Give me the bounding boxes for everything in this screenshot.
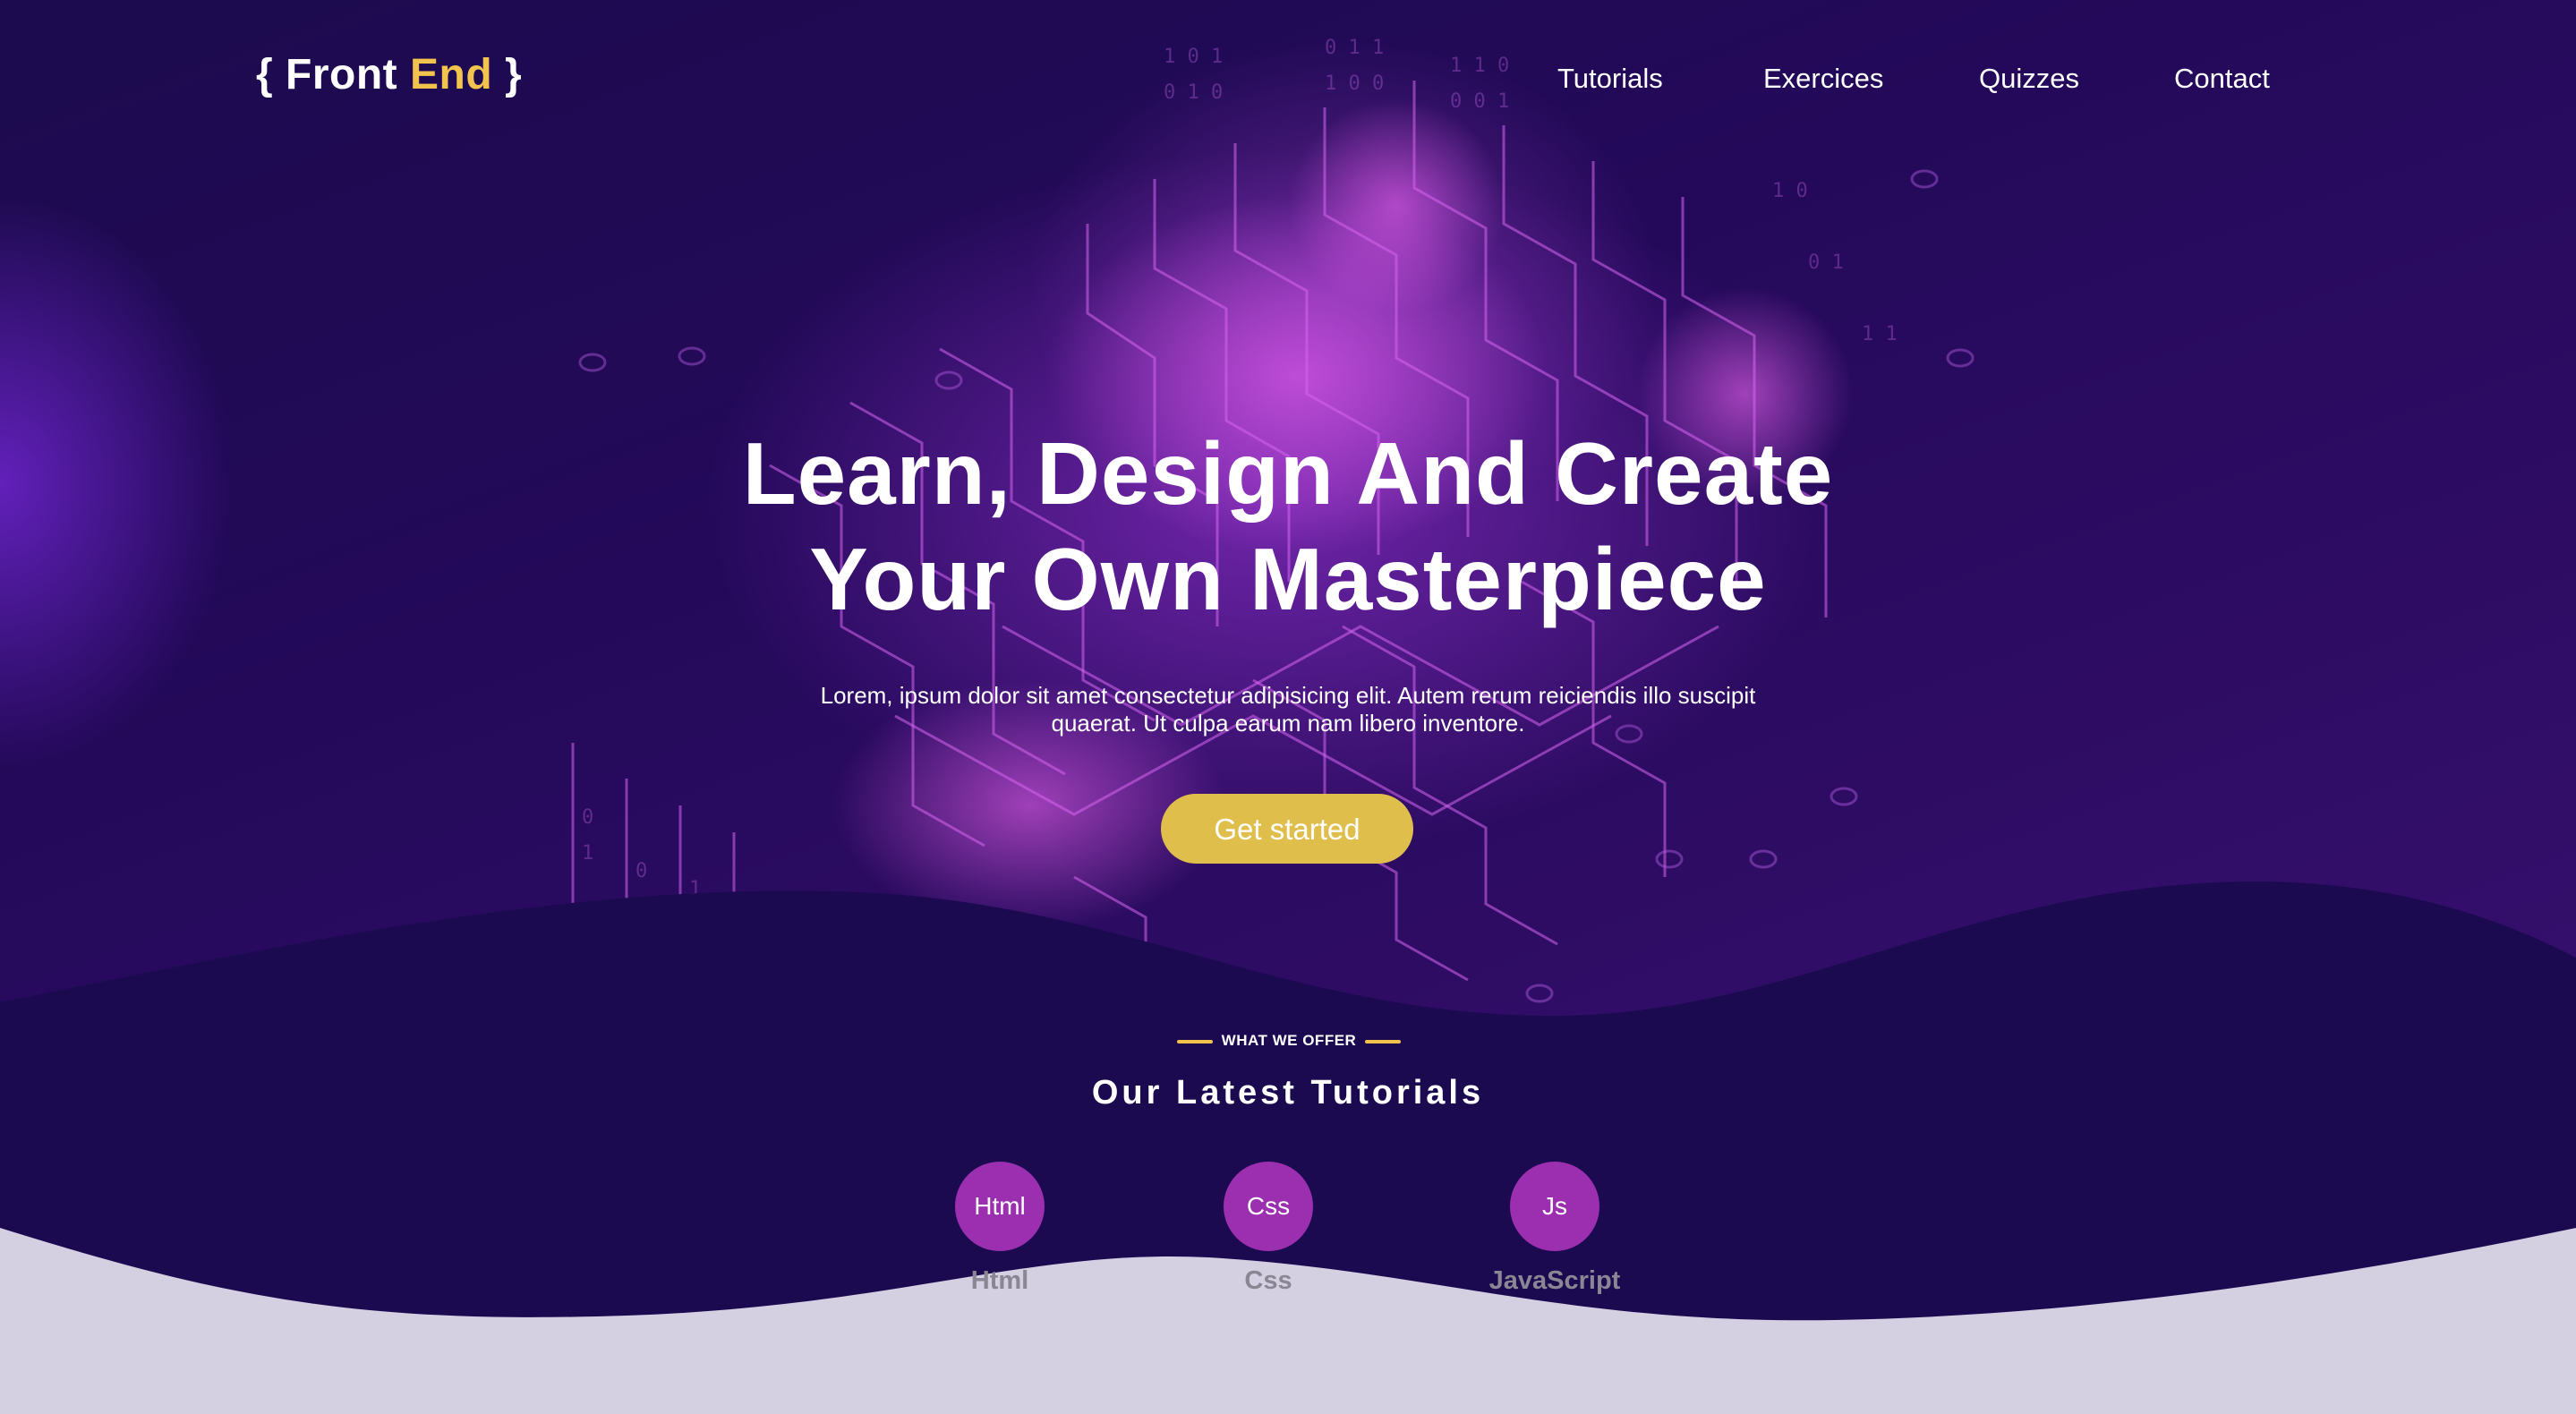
tutorial-badge-js[interactable]: Js bbox=[1510, 1162, 1599, 1251]
hero-description-line-1: Lorem, ipsum dolor sit amet consectetur … bbox=[820, 682, 1756, 709]
tutorial-badge-css[interactable]: Css bbox=[1224, 1162, 1313, 1251]
eyebrow-text: WHAT WE OFFER bbox=[1221, 1032, 1357, 1049]
get-started-button[interactable]: Get started bbox=[1161, 794, 1413, 864]
section-title: Our Latest Tutorials bbox=[1091, 1074, 1485, 1112]
nav-item-quizzes[interactable]: Quizzes bbox=[1979, 63, 2079, 95]
top-navbar: { Front End } Tutorials Exercices Quizze… bbox=[0, 0, 2576, 161]
eyebrow-line-right bbox=[1365, 1039, 1402, 1043]
eyebrow-line-left bbox=[1176, 1039, 1213, 1043]
tutorial-label-html[interactable]: Html bbox=[892, 1266, 1107, 1296]
hero-title: Learn, Design And Create Your Own Master… bbox=[0, 421, 2576, 632]
nav-item-contact[interactable]: Contact bbox=[2174, 63, 2270, 95]
logo-close-brace: } bbox=[505, 51, 523, 98]
hero-description: Lorem, ipsum dolor sit amet consectetur … bbox=[788, 682, 1788, 737]
logo-word-front: Front bbox=[286, 51, 398, 98]
logo-open-brace: { bbox=[256, 51, 274, 98]
section-eyebrow: WHAT WE OFFER bbox=[1164, 1029, 1414, 1052]
hero-title-line-2: Your Own Masterpiece bbox=[809, 530, 1767, 628]
nav-item-exercices[interactable]: Exercices bbox=[1763, 63, 1883, 95]
hero-description-line-2: quaerat. Ut culpa earum nam libero inven… bbox=[1051, 710, 1525, 737]
nav-item-tutorials[interactable]: Tutorials bbox=[1557, 63, 1663, 95]
tutorial-label-css[interactable]: Css bbox=[1161, 1266, 1376, 1296]
hero-title-line-1: Learn, Design And Create bbox=[742, 424, 1834, 523]
brand-logo[interactable]: { Front End } bbox=[256, 50, 522, 99]
tutorial-label-javascript[interactable]: JavaScript bbox=[1447, 1266, 1662, 1296]
logo-word-end: End bbox=[410, 51, 493, 98]
tutorial-badge-html[interactable]: Html bbox=[955, 1162, 1045, 1251]
